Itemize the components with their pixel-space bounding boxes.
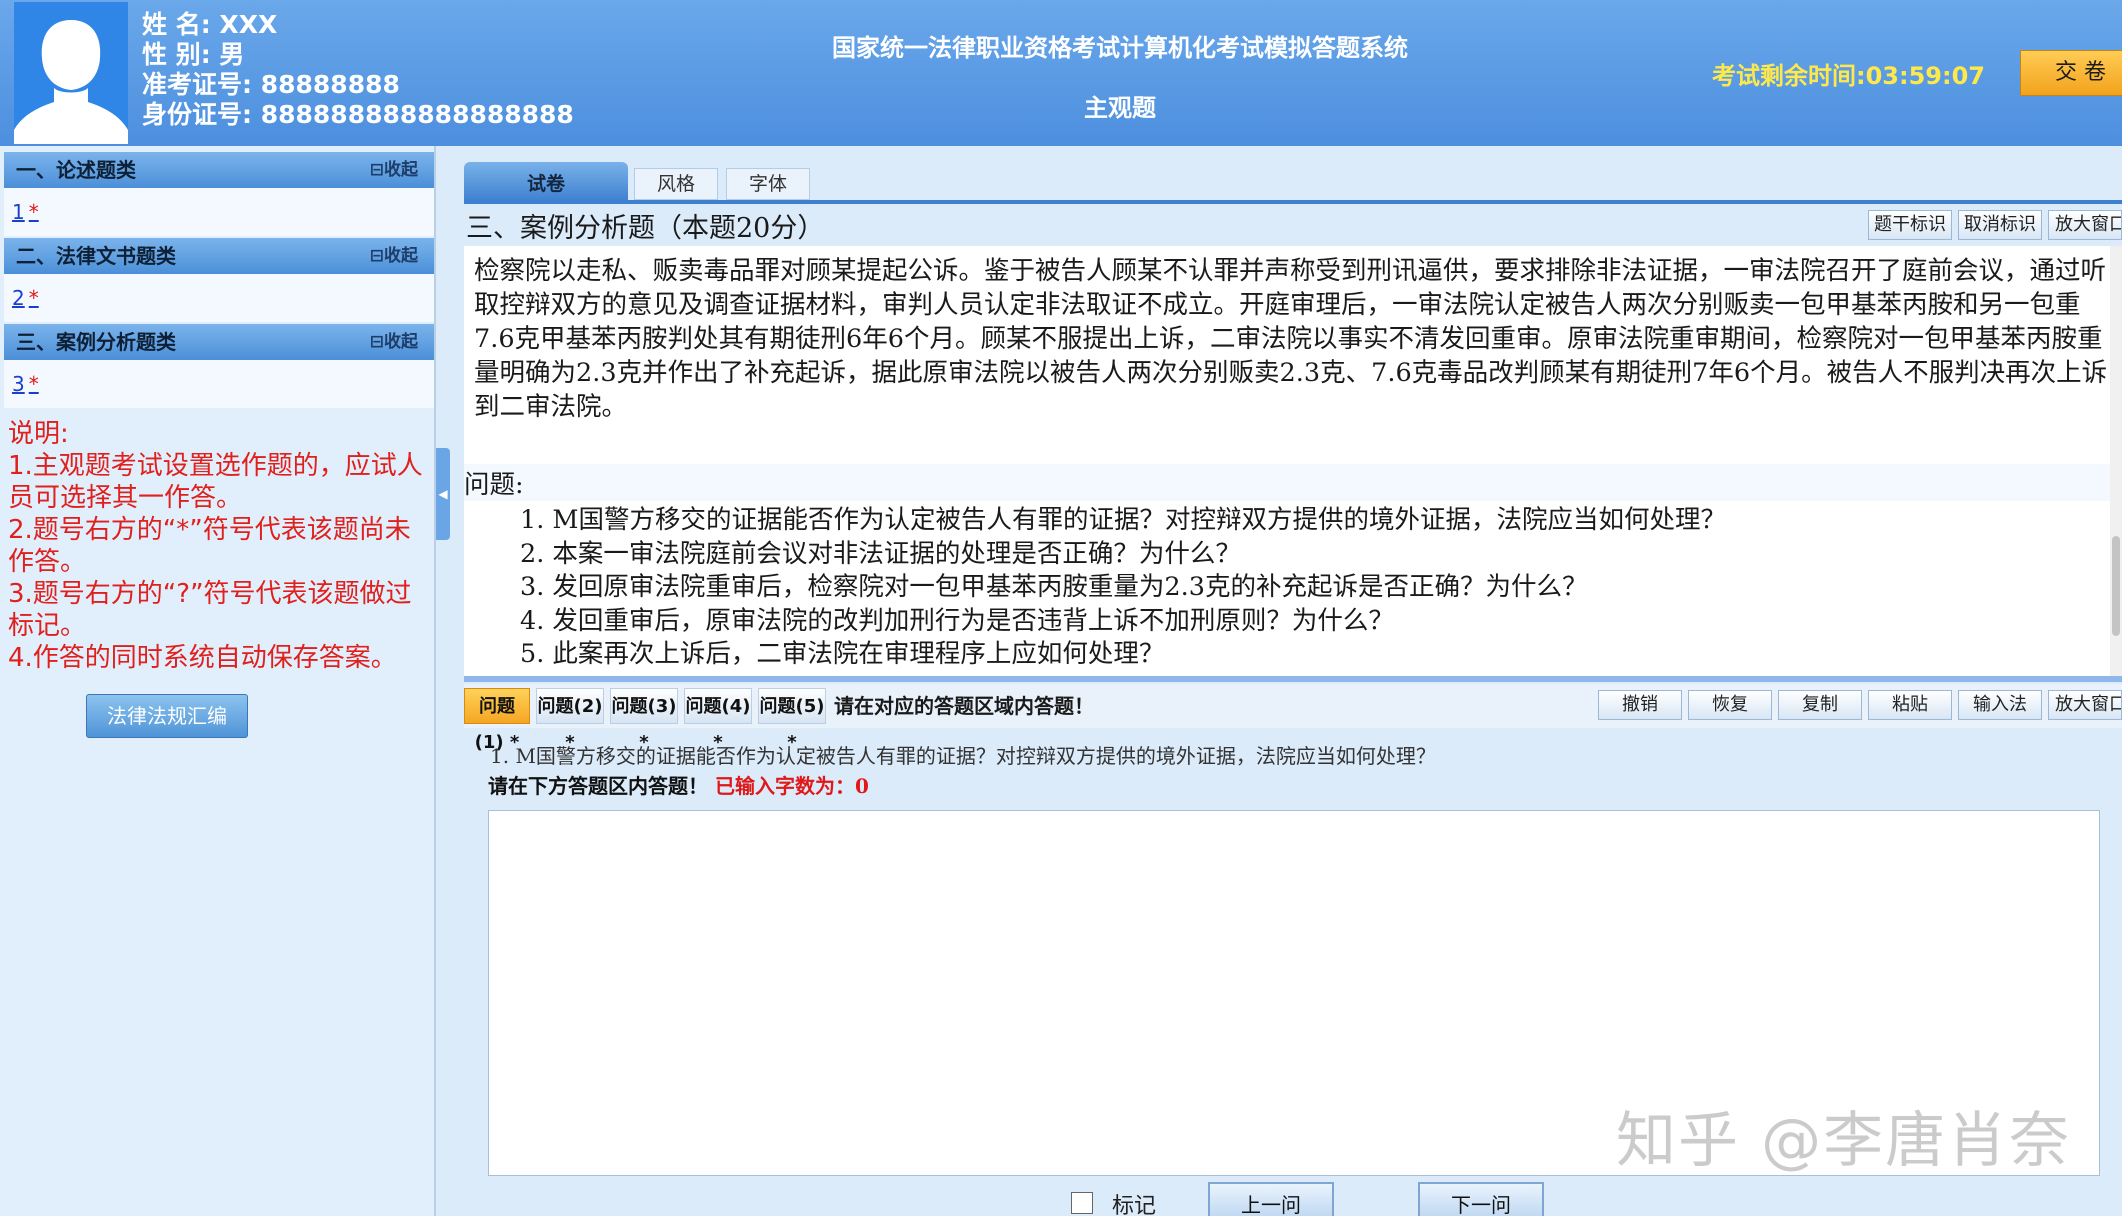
question-item: 4. 发回重审后，原审法院的改判加刑行为是否违背上诉不加刑原则？为什么？ [520,605,1394,636]
section-title: 三、案例分析题（本题20分） [466,213,825,244]
collapse-toggle[interactable]: ⊟收起 [370,152,418,188]
question-link-1[interactable]: 1 * [12,200,39,224]
mark-checkbox[interactable] [1071,1192,1093,1214]
mark-label: 标记 [1112,1194,1157,1216]
chevron-left-icon: ◀ [438,487,448,501]
question-tab-3[interactable]: 问题(3) * [610,688,678,753]
instructions-heading: 说明: [8,419,69,449]
unanswered-mark: * [28,286,39,310]
instruction-item: 1.主观题考试设置选作题的，应试人员可选择其一作答。 [8,451,423,513]
question-nav-panel: 一、论述题类 ⊟收起 1 * 二、法律文书题类 ⊟收起 2 * 三、案例分析题类 ⊟… [0,146,436,1216]
category-header-legal-document[interactable]: 二、法律文书题类 ⊟收起 [4,238,434,274]
unanswered-mark: * [28,200,39,224]
zoom-stem-button[interactable]: 放大窗口 [2048,210,2122,240]
input-method-button[interactable]: 输入法 [1958,690,2042,720]
paste-button[interactable]: 粘贴 [1868,690,1952,720]
unanswered-mark: * [28,372,39,396]
redo-button[interactable]: 恢复 [1688,690,1772,720]
stem-scrollbar[interactable] [2110,246,2122,676]
question-number: 3 [12,372,25,396]
undo-button[interactable]: 撤销 [1598,690,1682,720]
header-bar: 姓 名: XXX 性 别: 男 准考证号: 88888888 身份证号: 888… [0,0,2122,146]
question-item: 5. 此案再次上诉后，二审法院在审理程序上应如何处理？ [520,639,1165,669]
question-number: 2 [12,286,25,310]
case-stem-text: 检察院以走私、贩卖毒品罪对顾某提起公诉。鉴于被告人顾某不认罪并声称受到刑讯逼供，… [474,256,2108,422]
collapse-toggle[interactable]: ⊟收起 [370,238,418,274]
zoom-answer-button[interactable]: 放大窗口 [2048,690,2122,720]
watermark: 知乎 @李唐肖奈 [1616,1106,2072,1176]
answer-toolbar: 问题(1) * 问题(2) * 问题(3) * 问题(4) * 问题(5) * … [464,684,2122,753]
instruction-item: 4.作答的同时系统自动保存答案。 [8,643,397,673]
question-tab-1[interactable]: 问题(1) * [464,688,530,753]
char-count: 已输入字数为：0 [715,774,869,798]
category-title: 三、案例分析题类 [16,330,176,354]
answer-footer: 标记 上一问 下一问 [450,1176,2122,1216]
instruction-item: 2.题号右方的“*”符号代表该题尚未作答。 [8,515,411,577]
question-stem-panel: 检察院以走私、贩卖毒品罪对顾某提起公诉。鉴于被告人顾某不认罪并声称受到刑讯逼供，… [464,246,2122,676]
tab-font[interactable]: 字体 [726,168,810,200]
category-body-essay: 1 * [4,188,434,236]
category-title: 二、法律文书题类 [16,244,176,268]
instruction-item: 3.题号右方的“?”符号代表该题做过标记。 [8,579,412,641]
category-title: 一、论述题类 [16,158,136,182]
scrollbar-thumb[interactable] [2112,536,2120,636]
law-compendium-button[interactable]: 法律法规汇编 [86,694,248,738]
question-item: 3. 发回原审法院重审后，检察院对一包甲基苯丙胺重量为2.3克的补充起诉是否正确… [520,572,1588,602]
submit-exam-button[interactable]: 交 卷 [2020,50,2122,96]
question-number: 1 [12,200,25,224]
tab-underline [464,200,2122,204]
answer-instruction: 请在下方答题区内答题！ [488,774,708,798]
question-item: 2. 本案一审法院庭前会议对非法证据的处理是否正确？为什么？ [520,538,1241,569]
question-tab-5[interactable]: 问题(5) * [758,688,826,753]
char-count-value: 0 [854,774,869,798]
category-header-case-analysis[interactable]: 三、案例分析题类 ⊟收起 [4,324,434,360]
current-question-text: 1. M国警方移交的证据能否作为认定被告人有罪的证据？对控辩双方提供的境外证据，… [490,744,1436,768]
collapse-toggle[interactable]: ⊟收起 [370,324,418,360]
panel-splitter[interactable] [464,676,2122,682]
tab-exam-paper[interactable]: 试卷 [464,162,628,202]
mark-stem-button[interactable]: 题干标识 [1868,210,1952,240]
char-count-label: 已输入字数为： [714,774,855,798]
answer-prompt: 请在下方答题区内答题！ 已输入字数为：0 [488,770,869,799]
category-header-essay[interactable]: 一、论述题类 ⊟收起 [4,152,434,188]
unmark-button[interactable]: 取消标识 [1958,210,2042,240]
question-item: 1. M国警方移交的证据能否作为认定被告人有罪的证据？对控辩双方提供的境外证据，… [520,505,1727,535]
remaining-time: 考试剩余时间:03:59:07 [1712,62,1985,90]
tab-style[interactable]: 风格 [634,168,718,200]
next-question-button[interactable]: 下一问 [1418,1182,1544,1216]
questions-label: 问题: [464,464,2122,501]
question-tab-2[interactable]: 问题(2) * [536,688,604,753]
question-tab-4[interactable]: 问题(4) * [684,688,752,753]
panel-collapse-handle[interactable]: ◀ [436,448,450,540]
category-body-case-analysis: 3 * [4,360,434,408]
category-body-legal-document: 2 * [4,274,434,322]
exam-type-subtitle: 主观题 [1084,94,1156,122]
answer-area-hint: 请在对应的答题区域内答题！ [834,694,1094,718]
copy-button[interactable]: 复制 [1778,690,1862,720]
previous-question-button[interactable]: 上一问 [1208,1182,1334,1216]
question-list: 1. M国警方移交的证据能否作为认定被告人有罪的证据？对控辩双方提供的境外证据，… [520,504,2120,672]
instructions: 说明: 1.主观题考试设置选作题的，应试人员可选择其一作答。 2.题号右方的“*… [8,418,428,674]
question-link-2[interactable]: 2 * [12,286,39,310]
exam-main-area: 试卷 风格 字体 三、案例分析题（本题20分） 题干标识 取消标识 放大窗口 检… [450,146,2122,1216]
question-link-3[interactable]: 3 * [12,372,39,396]
